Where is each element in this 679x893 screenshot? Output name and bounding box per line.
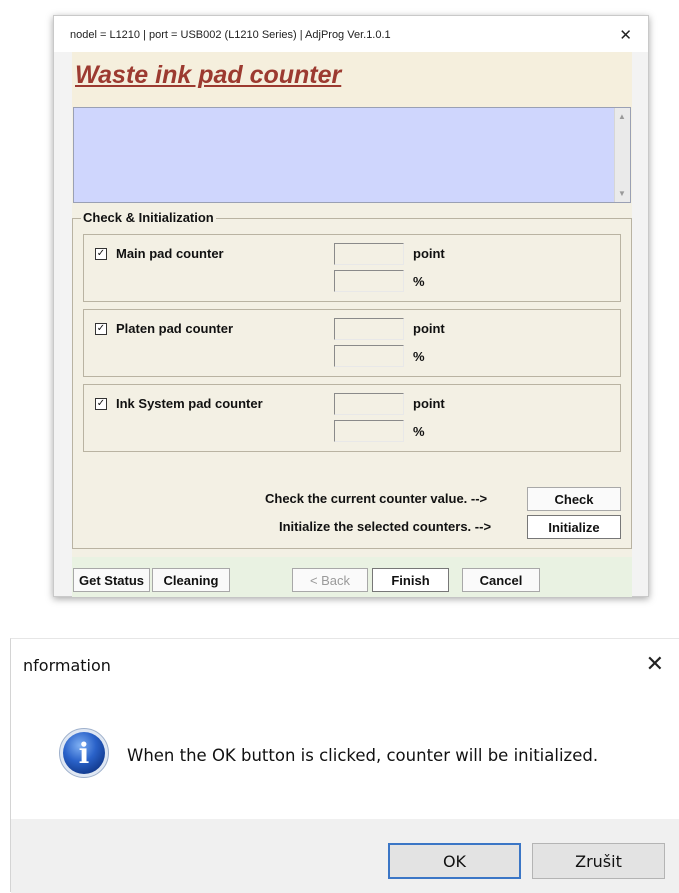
- cleaning-button[interactable]: Cleaning: [152, 568, 230, 592]
- main-pad-counter-panel: ✓ Main pad counter point %: [83, 234, 621, 302]
- main-pad-label: Main pad counter: [116, 246, 224, 261]
- main-pad-checkbox[interactable]: ✓: [95, 248, 107, 260]
- ink-system-pad-percent-field[interactable]: [334, 420, 404, 442]
- group-label: Check & Initialization: [81, 210, 216, 225]
- dialog-footer: OK Zrušit: [11, 819, 679, 893]
- information-dialog: nformation ✕ i When the OK button is cli…: [10, 638, 679, 893]
- check-initialization-group: Check & Initialization ✓ Main pad counte…: [72, 210, 632, 549]
- ink-system-pad-percent-unit: %: [413, 424, 425, 439]
- check-button[interactable]: Check: [527, 487, 621, 511]
- ink-system-pad-point-field[interactable]: [334, 393, 404, 415]
- platen-pad-point-unit: point: [413, 321, 445, 336]
- finish-button[interactable]: Finish: [372, 568, 449, 592]
- cancel-button[interactable]: Cancel: [462, 568, 540, 592]
- scroll-up-icon[interactable]: ▲: [618, 112, 626, 121]
- ink-system-pad-label: Ink System pad counter: [116, 396, 263, 411]
- main-pad-point-unit: point: [413, 246, 445, 261]
- ink-system-pad-counter-panel: ✓ Ink System pad counter point %: [83, 384, 621, 452]
- dialog-title: nformation: [23, 656, 111, 675]
- get-status-button[interactable]: Get Status: [73, 568, 150, 592]
- textbox-scrollbar[interactable]: ▲ ▼: [614, 108, 630, 202]
- ink-system-pad-point-unit: point: [413, 396, 445, 411]
- page-title: Waste ink pad counter: [75, 61, 342, 89]
- zrusit-cancel-button[interactable]: Zrušit: [532, 843, 665, 879]
- main-pad-point-field[interactable]: [334, 243, 404, 265]
- initialize-instruction: Initialize the selected counters. -->: [279, 519, 492, 534]
- platen-pad-percent-field[interactable]: [334, 345, 404, 367]
- dialog-message: When the OK button is clicked, counter w…: [127, 746, 599, 765]
- main-pad-percent-unit: %: [413, 274, 425, 289]
- ok-button[interactable]: OK: [388, 843, 521, 879]
- adjprog-window: nodel = L1210 | port = USB002 (L1210 Ser…: [53, 15, 649, 597]
- main-pad-percent-field[interactable]: [334, 270, 404, 292]
- ink-system-pad-checkbox[interactable]: ✓: [95, 398, 107, 410]
- bottom-button-bar: Get Status Cleaning < Back Finish Cancel: [72, 557, 632, 597]
- info-icon: i: [59, 728, 109, 778]
- initialize-button[interactable]: Initialize: [527, 515, 621, 539]
- close-icon[interactable]: ✕: [619, 26, 632, 44]
- platen-pad-checkbox[interactable]: ✓: [95, 323, 107, 335]
- info-icon-glyph: i: [79, 737, 90, 770]
- title-bar: nodel = L1210 | port = USB002 (L1210 Ser…: [54, 16, 648, 52]
- platen-pad-counter-panel: ✓ Platen pad counter point %: [83, 309, 621, 377]
- back-button[interactable]: < Back: [292, 568, 368, 592]
- close-icon[interactable]: ✕: [646, 651, 664, 677]
- window-title: nodel = L1210 | port = USB002 (L1210 Ser…: [70, 29, 391, 41]
- platen-pad-label: Platen pad counter: [116, 321, 234, 336]
- heading-band: Waste ink pad counter: [72, 52, 632, 108]
- scroll-down-icon[interactable]: ▼: [618, 189, 626, 198]
- platen-pad-percent-unit: %: [413, 349, 425, 364]
- platen-pad-point-field[interactable]: [334, 318, 404, 340]
- client-area: Waste ink pad counter ▲ ▼ Check & Initia…: [72, 52, 632, 597]
- message-textbox[interactable]: ▲ ▼: [73, 107, 631, 203]
- check-instruction: Check the current counter value. -->: [265, 491, 488, 506]
